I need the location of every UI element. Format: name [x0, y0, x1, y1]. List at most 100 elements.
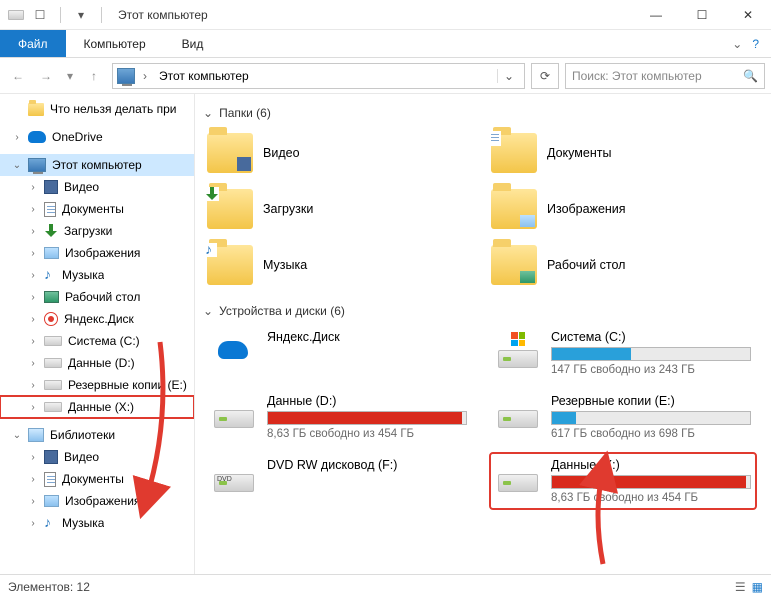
sidebar-item[interactable]: › Данные (D:): [0, 352, 194, 374]
group-folders[interactable]: ⌄ Папки (6): [199, 102, 763, 128]
sidebar-item-onedrive[interactable]: › OneDrive: [0, 126, 194, 148]
drive-icon: DVD: [211, 458, 257, 498]
expand-icon[interactable]: ›: [28, 248, 38, 259]
breadcrumb[interactable]: Этот компьютер: [155, 69, 253, 83]
search-input[interactable]: Поиск: Этот компьютер 🔍: [565, 63, 765, 89]
yd-icon: [44, 312, 58, 326]
folder-icon: [491, 245, 537, 285]
drive-icon: [495, 330, 541, 370]
nav-up-button[interactable]: ↑: [82, 64, 106, 88]
minimize-button[interactable]: —: [633, 0, 679, 30]
address-row: ← → ▾ ↑ › Этот компьютер ⌄ ⟳ Поиск: Этот…: [0, 58, 771, 94]
chevron-down-icon[interactable]: ⌄: [203, 304, 213, 318]
sidebar-item-recent-folder[interactable]: Что нельзя делать при: [0, 98, 194, 120]
maximize-button[interactable]: ☐: [679, 0, 725, 30]
dl-icon: [44, 224, 58, 238]
help-icon[interactable]: ?: [752, 37, 759, 51]
expand-icon[interactable]: ›: [28, 496, 38, 507]
ribbon-expand-icon[interactable]: ⌄: [732, 37, 742, 51]
sidebar-item[interactable]: › Изображения: [0, 490, 194, 512]
folder-item[interactable]: Рабочий стол: [491, 240, 755, 290]
drive-icon: [495, 458, 541, 498]
nav-back-button[interactable]: ←: [6, 64, 30, 88]
expand-icon[interactable]: ›: [28, 314, 38, 325]
ribbon: Файл Компьютер Вид ⌄ ?: [0, 30, 771, 58]
tab-view[interactable]: Вид: [164, 30, 222, 57]
titlebar: ☐ ▾ Этот компьютер — ☐ ✕: [0, 0, 771, 30]
expand-icon[interactable]: ›: [28, 402, 38, 413]
view-tiles-button[interactable]: ▦: [752, 580, 763, 594]
drive-item[interactable]: DVD DVD RW дисковод (F:): [207, 454, 471, 508]
expand-icon[interactable]: ›: [28, 336, 38, 347]
expand-icon[interactable]: ›: [28, 380, 38, 391]
drive-item[interactable]: Яндекс.Диск: [207, 326, 471, 380]
sidebar-item-libraries[interactable]: ⌄ Библиотеки: [0, 424, 194, 446]
drive-item[interactable]: Данные (X:) 8,63 ГБ свободно из 454 ГБ: [491, 454, 755, 508]
sidebar-item[interactable]: › Система (C:): [0, 330, 194, 352]
folder-item[interactable]: Загрузки: [207, 184, 471, 234]
sidebar-item[interactable]: › Загрузки: [0, 220, 194, 242]
sidebar-item[interactable]: › Резервные копии (E:): [0, 374, 194, 396]
nav-forward-button[interactable]: →: [34, 64, 58, 88]
expand-icon[interactable]: ›: [28, 474, 38, 485]
hdd-icon: [44, 358, 62, 368]
tab-file[interactable]: Файл: [0, 30, 66, 57]
sidebar-item[interactable]: › Яндекс.Диск: [0, 308, 194, 330]
doc-icon: [44, 202, 56, 217]
music-icon: [44, 268, 56, 282]
folder-icon: [491, 133, 537, 173]
folder-item[interactable]: Музыка: [207, 240, 471, 290]
expand-icon[interactable]: ›: [28, 518, 38, 529]
doc-icon: [44, 472, 56, 487]
expand-icon[interactable]: ›: [28, 226, 38, 237]
sidebar-item-thispc[interactable]: ⌄ Этот компьютер: [0, 154, 194, 176]
expand-icon[interactable]: ›: [28, 292, 38, 303]
hdd-icon: [44, 336, 62, 346]
view-details-button[interactable]: ☰: [735, 580, 746, 594]
hdd-icon: [44, 402, 62, 412]
collapse-icon[interactable]: ⌄: [12, 160, 22, 171]
folder-item[interactable]: Документы: [491, 128, 755, 178]
statusbar: Элементов: 12 ☰ ▦: [0, 574, 771, 598]
folder-item[interactable]: Изображения: [491, 184, 755, 234]
chevron-right-icon[interactable]: ›: [141, 69, 149, 83]
sidebar-item[interactable]: › Музыка: [0, 512, 194, 534]
sidebar-item[interactable]: › Изображения: [0, 242, 194, 264]
expand-icon[interactable]: ›: [28, 182, 38, 193]
sidebar-item[interactable]: › Документы: [0, 198, 194, 220]
tab-computer[interactable]: Компьютер: [66, 30, 164, 57]
chevron-down-icon[interactable]: ⌄: [203, 106, 213, 120]
drive-item[interactable]: Данные (D:) 8,63 ГБ свободно из 454 ГБ: [207, 390, 471, 444]
sidebar-item[interactable]: › Данные (X:): [0, 396, 194, 418]
qat-dropdown-icon[interactable]: ▾: [73, 7, 89, 23]
sidebar-item[interactable]: › Документы: [0, 468, 194, 490]
onedrive-icon: [28, 131, 46, 143]
drive-item[interactable]: Система (C:) 147 ГБ свободно из 243 ГБ: [491, 326, 755, 380]
sidebar-item[interactable]: › Рабочий стол: [0, 286, 194, 308]
close-button[interactable]: ✕: [725, 0, 771, 30]
sidebar-item[interactable]: › Видео: [0, 176, 194, 198]
nav-recent-button[interactable]: ▾: [62, 64, 78, 88]
drive-icon: [211, 394, 257, 434]
sidebar-item[interactable]: › Музыка: [0, 264, 194, 286]
hdd-icon: [44, 380, 62, 390]
expand-icon[interactable]: ›: [28, 204, 38, 215]
collapse-icon[interactable]: ⌄: [12, 430, 22, 441]
expand-icon[interactable]: ›: [28, 270, 38, 281]
refresh-button[interactable]: ⟳: [531, 63, 559, 89]
folder-icon: [491, 189, 537, 229]
folder-item[interactable]: Видео: [207, 128, 471, 178]
drive-icon: [495, 394, 541, 434]
search-icon: 🔍: [743, 69, 758, 83]
sidebar: Что нельзя делать при › OneDrive ⌄ Этот …: [0, 94, 195, 574]
sidebar-item[interactable]: › Видео: [0, 446, 194, 468]
expand-icon[interactable]: ›: [28, 452, 38, 463]
group-devices[interactable]: ⌄ Устройства и диски (6): [199, 300, 763, 326]
drive-item[interactable]: Резервные копии (E:) 617 ГБ свободно из …: [491, 390, 755, 444]
folder-icon: [207, 189, 253, 229]
expand-icon[interactable]: ›: [28, 358, 38, 369]
qat-props-icon[interactable]: ☐: [32, 7, 48, 23]
expand-icon[interactable]: ›: [12, 132, 22, 143]
address-dropdown-icon[interactable]: ⌄: [497, 69, 520, 83]
address-bar[interactable]: › Этот компьютер ⌄: [112, 63, 525, 89]
